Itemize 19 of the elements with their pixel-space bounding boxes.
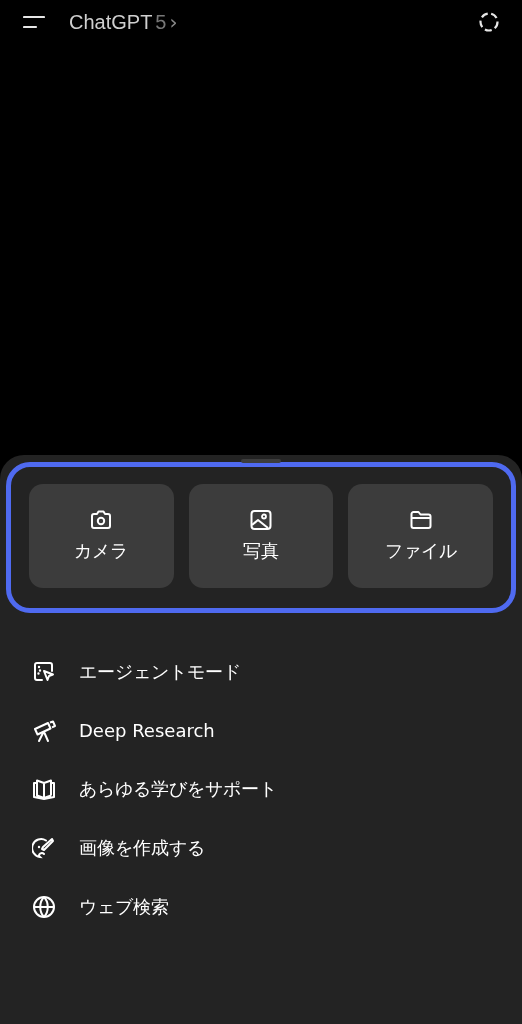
telescope-icon xyxy=(32,718,56,743)
agent-menu-item[interactable]: エージェントモード xyxy=(32,643,522,702)
drag-handle[interactable] xyxy=(241,459,281,463)
camera-icon xyxy=(89,509,114,531)
image-menu-item[interactable]: 画像を作成する xyxy=(32,818,522,878)
menu-icon[interactable] xyxy=(23,15,45,29)
model-selector[interactable]: ChatGPT5› xyxy=(69,10,478,34)
folder-icon xyxy=(408,509,433,531)
file-button[interactable]: ファイル xyxy=(348,484,493,588)
temporary-chat-icon[interactable] xyxy=(478,11,500,33)
globe-icon xyxy=(32,894,56,919)
camera-button[interactable]: カメラ xyxy=(29,484,174,588)
study-menu-item[interactable]: あらゆる学びをサポート xyxy=(32,760,522,819)
palette-icon xyxy=(32,836,56,861)
book-icon xyxy=(32,777,56,802)
web-menu-item[interactable]: ウェブ検索 xyxy=(32,877,522,936)
image-icon xyxy=(249,509,273,531)
research-menu-item[interactable]: Deep Research xyxy=(32,701,522,761)
photo-button[interactable]: 写真 xyxy=(188,484,334,588)
